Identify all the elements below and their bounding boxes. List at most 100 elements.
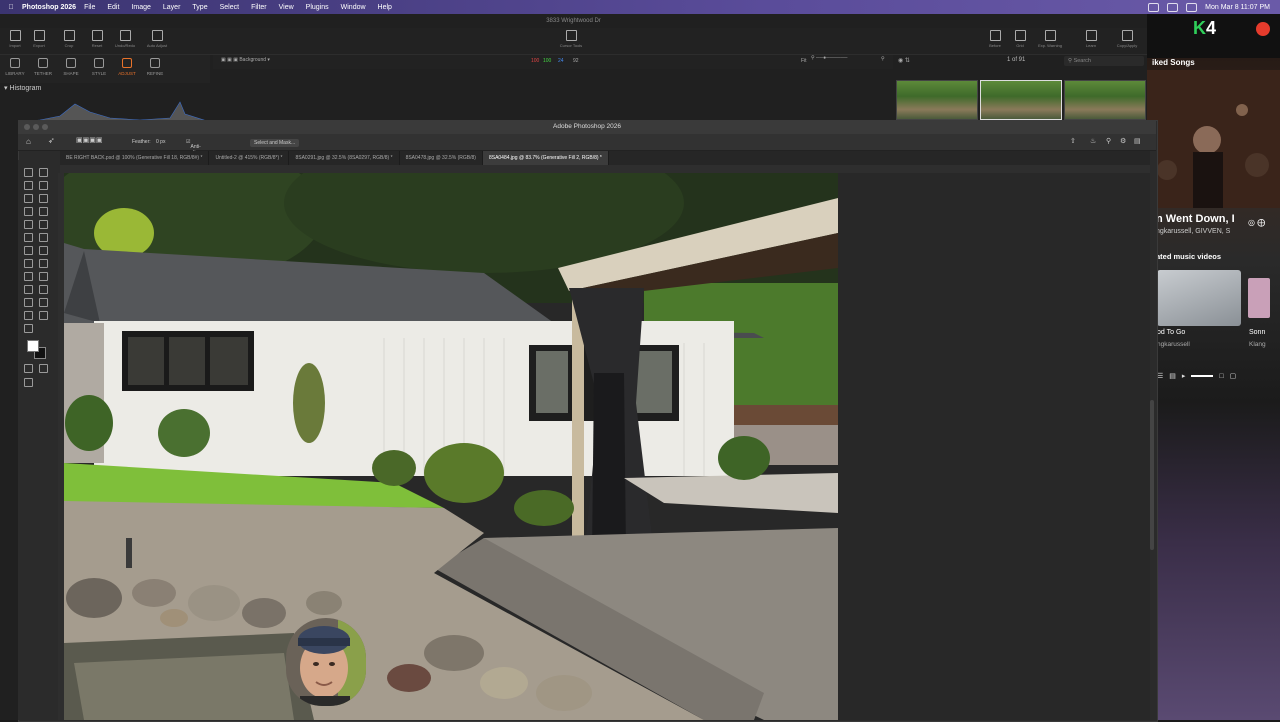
- menu-type[interactable]: Type: [192, 4, 207, 11]
- video-thumbnail[interactable]: [1157, 270, 1241, 326]
- shape-tool-icon[interactable]: [39, 285, 48, 294]
- auto-adjust-button[interactable]: Auto Adjust: [146, 30, 168, 48]
- now-playing-title[interactable]: n Went Down, I: [1156, 213, 1235, 225]
- undo-redo-button[interactable]: Undo/Redo: [114, 30, 136, 48]
- queue-icon[interactable]: ▤: [1169, 372, 1176, 380]
- tab-style[interactable]: STYLE: [88, 58, 110, 76]
- video-artist[interactable]: ngkarussell: [1157, 341, 1190, 348]
- generative-icon[interactable]: [24, 378, 33, 387]
- lasso-tool-icon[interactable]: [39, 181, 48, 190]
- zoom-tool-icon[interactable]: [39, 298, 48, 307]
- video-title[interactable]: Sonn: [1249, 329, 1265, 336]
- menu-edit[interactable]: Edit: [107, 4, 119, 11]
- workspace-icon[interactable]: ▤: [1134, 137, 1141, 145]
- home-icon[interactable]: ⌂: [26, 137, 31, 146]
- artboard-tool-icon[interactable]: [39, 168, 48, 177]
- vertical-scrollbar[interactable]: [1150, 400, 1154, 550]
- tab-document-3[interactable]: 8SA0291.jpg @ 32.5% (8SA0297, RGB/8) *: [289, 151, 400, 165]
- filmstrip-thumb[interactable]: [896, 80, 978, 120]
- volume-icon[interactable]: ▸: [1182, 372, 1186, 380]
- layer-selector[interactable]: ▣ ▣ ▣ Background ▾: [221, 57, 270, 63]
- move-tool-icon[interactable]: [24, 168, 33, 177]
- exposure-warning-button[interactable]: Exp. Warning: [1036, 30, 1064, 48]
- minimize-window-button[interactable]: [33, 124, 39, 130]
- screen-mode-icon[interactable]: [39, 364, 48, 373]
- battery-icon[interactable]: [1186, 2, 1198, 12]
- document-image[interactable]: [64, 173, 838, 720]
- filmstrip-thumb[interactable]: [1064, 80, 1146, 120]
- eyedropper-icon[interactable]: [39, 207, 48, 216]
- quick-mask-icon[interactable]: [24, 364, 33, 373]
- browser-search[interactable]: ⚲ Search: [1064, 56, 1144, 66]
- marquee-tool-icon[interactable]: [24, 181, 33, 190]
- brush-tool-icon[interactable]: [39, 220, 48, 229]
- more-options-icon[interactable]: ◎ ⨁: [1248, 218, 1265, 227]
- bell-icon[interactable]: ♨: [1090, 137, 1096, 145]
- record-button[interactable]: [1256, 22, 1270, 36]
- history-brush-icon[interactable]: [39, 233, 48, 242]
- view-toggle[interactable]: ◉ ⇅: [898, 57, 910, 64]
- menu-filter[interactable]: Filter: [251, 4, 267, 11]
- grid-button[interactable]: Grid: [1009, 30, 1031, 48]
- dodge-tool-icon[interactable]: [39, 259, 48, 268]
- hand-tool-icon[interactable]: [24, 298, 33, 307]
- tab-document-5[interactable]: 8SA0484.jpg @ 83.7% (Generative Fill 2, …: [482, 151, 609, 165]
- menu-window[interactable]: Window: [341, 4, 366, 11]
- tab-adjust[interactable]: ADJUST: [116, 58, 138, 76]
- menu-image[interactable]: Image: [131, 4, 150, 11]
- cursor-tools[interactable]: Cursor Tools: [556, 30, 586, 48]
- edit-toolbar-icon[interactable]: [24, 311, 33, 320]
- select-and-mask-button[interactable]: Select and Mask...: [250, 139, 300, 147]
- search-icon[interactable]: ⚲: [1106, 137, 1111, 145]
- tab-document-4[interactable]: 8SA0478.jpg @ 32.5% (RGB/8): [400, 151, 483, 165]
- video-thumbnail[interactable]: [1248, 278, 1270, 318]
- video-artist[interactable]: Klang: [1249, 341, 1266, 348]
- anti-alias-checkbox[interactable]: ☑ Anti-alias: [186, 139, 201, 156]
- tab-library[interactable]: LIBRARY: [4, 58, 26, 76]
- volume-slider[interactable]: [1191, 375, 1214, 377]
- type-tool-icon[interactable]: [39, 272, 48, 281]
- now-playing-artist[interactable]: ngkarussell, GIVVEN, S: [1156, 228, 1230, 235]
- healing-brush-icon[interactable]: [24, 220, 33, 229]
- learn-button[interactable]: Learn: [1080, 30, 1102, 48]
- lasso-tool-icon[interactable]: ➶: [48, 136, 55, 145]
- path-select-icon[interactable]: [24, 285, 33, 294]
- magnify-icon[interactable]: [24, 324, 33, 333]
- tab-document-1[interactable]: BE RIGHT BACK.psd @ 100% (Generative Fil…: [60, 151, 210, 165]
- crop-button[interactable]: Crop: [58, 30, 80, 48]
- crop-tool-icon[interactable]: [39, 194, 48, 203]
- clock[interactable]: Mon Mar 8 11:07 PM: [1205, 4, 1270, 11]
- menu-select[interactable]: Select: [220, 4, 239, 11]
- zoom-fit[interactable]: Fit: [801, 58, 807, 64]
- tab-refine[interactable]: REFINE: [144, 58, 166, 76]
- clone-stamp-icon[interactable]: [24, 233, 33, 242]
- tab-tether[interactable]: TETHER: [32, 58, 54, 76]
- copy-apply-button[interactable]: Copy/Apply: [1112, 30, 1142, 48]
- reset-button[interactable]: Reset: [86, 30, 108, 48]
- selection-mode-icons[interactable]: ▣▣▣▣: [76, 136, 102, 144]
- object-select-icon[interactable]: [24, 194, 33, 203]
- filmstrip-thumb[interactable]: [980, 80, 1062, 120]
- pen-tool-icon[interactable]: [24, 272, 33, 281]
- zoom-icon[interactable]: ⚲: [881, 56, 885, 62]
- menu-plugins[interactable]: Plugins: [306, 4, 329, 11]
- blur-tool-icon[interactable]: [24, 259, 33, 268]
- screen-record-icon[interactable]: [1148, 2, 1160, 12]
- miniplayer-icon[interactable]: □: [1219, 373, 1223, 380]
- share-icon[interactable]: ⇧: [1070, 137, 1076, 145]
- foreground-color-swatch[interactable]: [27, 340, 39, 352]
- menu-layer[interactable]: Layer: [163, 4, 181, 11]
- export-button[interactable]: Export: [28, 30, 50, 48]
- frame-tool-icon[interactable]: [24, 207, 33, 216]
- histogram-header[interactable]: ▾ Histogram: [4, 84, 41, 92]
- zoom-slider[interactable]: ⚲ ──●──────: [811, 55, 847, 61]
- tab-shape[interactable]: SHAPE: [60, 58, 82, 76]
- gear-icon[interactable]: ⚙: [1120, 137, 1126, 145]
- apple-icon[interactable]: : [6, 4, 16, 11]
- fullscreen-icon[interactable]: ▢: [1230, 372, 1237, 380]
- gradient-icon[interactable]: [39, 246, 48, 255]
- app-menu[interactable]: Photoshop 2026: [22, 4, 76, 11]
- feather-input[interactable]: 0 px: [156, 139, 165, 145]
- before-button[interactable]: Before: [984, 30, 1006, 48]
- video-title[interactable]: od To Go: [1157, 329, 1185, 336]
